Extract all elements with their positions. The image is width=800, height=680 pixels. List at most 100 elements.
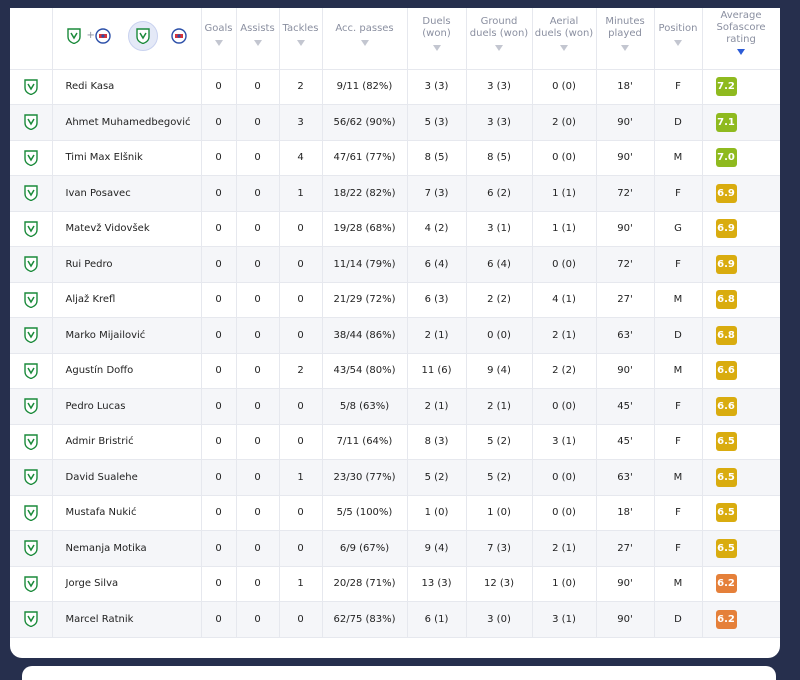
header-duels[interactable]: Duels (won): [407, 8, 467, 70]
stat-minutes: 90': [596, 211, 655, 247]
header-aerial-duels[interactable]: Aerial duels (won): [532, 8, 597, 70]
team-crest-icon: [10, 530, 53, 567]
table-row[interactable]: Pedro Lucas 0 0 0 5/8 (63%) 2 (1) 2 (1) 0 (0) 45…: [10, 388, 780, 425]
table-row[interactable]: Marcel Ratnik 0 0 0 62/75 (83%) 6 (1) 3 (0) 3 (…: [10, 601, 780, 638]
table-row[interactable]: David Sualehe 0 0 1 23/30 (77%) 5 (2) 5 (2) 0 (…: [10, 459, 780, 496]
rating-badge[interactable]: 6.5: [715, 467, 737, 487]
stat-acc-passes: 21/29 (72%): [322, 282, 408, 318]
team-crest-icon: [10, 495, 53, 531]
sort-arrow-icon: [495, 45, 503, 51]
player-name[interactable]: Admir Bristrić: [52, 424, 202, 460]
rating-badge[interactable]: 6.9: [715, 219, 737, 239]
rating-cell: 6.5: [702, 530, 780, 567]
table-row[interactable]: Admir Bristrić 0 0 0 7/11 (64%) 8 (3) 5 (2) 3 (…: [10, 424, 780, 460]
stat-aerial-duels: 2 (1): [532, 530, 597, 567]
stat-aerial-duels: 0 (0): [532, 69, 597, 105]
player-name[interactable]: Ahmet Muhamedbegović: [52, 104, 202, 141]
rating-badge[interactable]: 7.0: [715, 148, 737, 168]
table-row[interactable]: Ivan Posavec 0 0 1 18/22 (82%) 7 (3) 6 (2) 1 (1…: [10, 175, 780, 212]
player-name[interactable]: Rui Pedro: [52, 246, 202, 283]
stat-goals: 0: [201, 601, 237, 638]
rating-badge[interactable]: 6.5: [715, 432, 737, 452]
stat-ground-duels: 2 (1): [466, 388, 533, 425]
table-row[interactable]: Mustafa Nukić 0 0 0 5/5 (100%) 1 (0) 1 (0) 0 (0…: [10, 495, 780, 531]
header-goals[interactable]: Goals: [201, 8, 237, 70]
rating-badge[interactable]: 7.1: [715, 112, 737, 132]
sort-arrow-icon: [296, 40, 305, 46]
stat-minutes: 90': [596, 566, 655, 602]
stat-assists: 0: [236, 566, 280, 602]
player-name[interactable]: Marko Mijailović: [52, 317, 202, 354]
player-name[interactable]: Aljaž Krefl: [52, 282, 202, 318]
header-ground-duels[interactable]: Ground duels (won): [466, 8, 533, 70]
stat-tackles: 1: [279, 175, 323, 212]
table-row[interactable]: Rui Pedro 0 0 0 11/14 (79%) 6 (4) 6 (4) 0 (0) 72…: [10, 246, 780, 283]
team-crest-icon: [10, 104, 53, 141]
rating-badge[interactable]: 6.5: [715, 538, 737, 558]
stat-assists: 0: [236, 246, 280, 283]
rating-cell: 6.2: [702, 601, 780, 638]
table-row[interactable]: Marko Mijailović 0 0 0 38/44 (86%) 2 (1) 0 (0)…: [10, 317, 780, 354]
rating-badge[interactable]: 6.6: [715, 361, 737, 381]
table-row[interactable]: Ahmet Muhamedbegović 0 0 3 56/62 (90%) 5 (3) 3…: [10, 104, 780, 141]
rating-badge[interactable]: 6.6: [715, 396, 737, 416]
rating-badge[interactable]: 6.5: [715, 503, 737, 523]
player-name[interactable]: Timi Max Elšnik: [52, 140, 202, 176]
rating-cell: 6.5: [702, 459, 780, 496]
olimpija-filter-button[interactable]: [127, 21, 158, 51]
table-row[interactable]: Matevž Vidovšek 0 0 0 19/28 (68%) 4 (2) 3 (1) 1…: [10, 211, 780, 247]
player-name[interactable]: Mustafa Nukić: [52, 495, 202, 531]
player-name[interactable]: Jorge Silva: [52, 566, 202, 602]
stat-position: F: [654, 69, 703, 105]
stat-acc-passes: 7/11 (64%): [322, 424, 408, 460]
rating-badge[interactable]: 6.8: [715, 325, 737, 345]
player-name[interactable]: Redi Kasa: [52, 69, 202, 105]
rating-cell: 6.6: [702, 353, 780, 389]
olimpija-crest-icon[interactable]: [66, 28, 81, 48]
stat-aerial-duels: 2 (0): [532, 104, 597, 141]
header-minutes-played[interactable]: Minutes played: [596, 8, 655, 70]
stat-minutes: 27': [596, 282, 655, 318]
stat-acc-passes: 9/11 (82%): [322, 69, 408, 105]
rating-badge[interactable]: 6.8: [715, 290, 737, 310]
table-row[interactable]: Redi Kasa 0 0 2 9/11 (82%) 3 (3) 3 (3) 0 (0) 18'…: [10, 69, 780, 105]
stat-minutes: 72': [596, 175, 655, 212]
player-name[interactable]: Marcel Ratnik: [52, 601, 202, 638]
player-name[interactable]: David Sualehe: [52, 459, 202, 496]
table-row[interactable]: Agustín Doffo 0 0 2 43/54 (80%) 11 (6) 9 (4) 2 …: [10, 353, 780, 389]
rating-badge[interactable]: 6.2: [715, 574, 737, 594]
header-assists[interactable]: Assists: [236, 8, 280, 70]
stat-aerial-duels: 3 (1): [532, 601, 597, 638]
stat-goals: 0: [201, 566, 237, 602]
header-position[interactable]: Position: [654, 8, 703, 70]
stat-minutes: 63': [596, 459, 655, 496]
rating-badge[interactable]: 7.2: [715, 77, 737, 97]
table-row[interactable]: Aljaž Krefl 0 0 0 21/29 (72%) 6 (3) 2 (2) 4 (1)…: [10, 282, 780, 318]
rating-cell: 6.9: [702, 246, 780, 283]
rating-badge[interactable]: 6.2: [715, 609, 737, 629]
player-name[interactable]: Ivan Posavec: [52, 175, 202, 212]
rating-badge[interactable]: 6.9: [715, 183, 737, 203]
stat-goals: 0: [201, 104, 237, 141]
stat-assists: 0: [236, 353, 280, 389]
header-tackles[interactable]: Tackles: [279, 8, 323, 70]
rating-cell: 6.9: [702, 175, 780, 212]
stat-position: D: [654, 104, 703, 141]
player-name[interactable]: Agustín Doffo: [52, 353, 202, 389]
player-name[interactable]: Nemanja Motika: [52, 530, 202, 567]
rating-cell: 6.9: [702, 211, 780, 247]
table-row[interactable]: Timi Max Elšnik 0 0 4 47/61 (77%) 8 (5) 8 (5) 0…: [10, 140, 780, 176]
stat-goals: 0: [201, 495, 237, 531]
opponent-filter-button[interactable]: [170, 28, 187, 48]
table-row[interactable]: Nemanja Motika 0 0 0 6/9 (67%) 9 (4) 7 (3) 2 (1…: [10, 530, 780, 567]
rating-badge[interactable]: 6.9: [715, 254, 737, 274]
header-acc-passes[interactable]: Acc. passes: [322, 8, 408, 70]
opponent-crest-icon[interactable]: [94, 28, 111, 48]
stat-ground-duels: 6 (4): [466, 246, 533, 283]
player-name[interactable]: Pedro Lucas: [52, 388, 202, 425]
player-name[interactable]: Matevž Vidovšek: [52, 211, 202, 247]
rating-cell: 6.8: [702, 282, 780, 318]
header-rating[interactable]: Average Sofascore rating: [702, 8, 780, 70]
stat-position: F: [654, 495, 703, 531]
table-row[interactable]: Jorge Silva 0 0 1 20/28 (71%) 13 (3) 12 (3) 1 (…: [10, 566, 780, 602]
